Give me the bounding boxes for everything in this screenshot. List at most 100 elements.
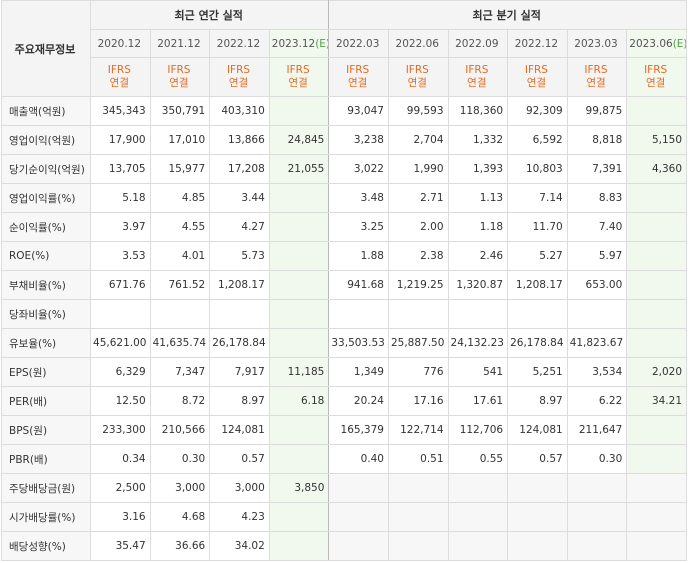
- table-cell: 124,081: [507, 415, 568, 445]
- table-cell: 4.01: [149, 241, 211, 271]
- ifrs-label: IFRS: [405, 64, 429, 76]
- table-cell: 3,850: [268, 473, 330, 503]
- table-cell: 2.38: [387, 241, 449, 271]
- table-cell: 2,704: [387, 125, 449, 155]
- period-label: 2023.06: [629, 37, 673, 50]
- table-row: 매출액(억원) 345,343 350,791 403,310 93,047 99,593…: [0, 96, 687, 126]
- table-cell: [268, 241, 330, 271]
- table-row: BPS(원) 233,300 210,566 124,081 165,379 122,71…: [0, 415, 687, 445]
- table-row: EPS(원) 6,329 7,347 7,917 11,185 1,349 776 541 5,…: [0, 357, 687, 387]
- table-cell: 1,208.17: [507, 270, 568, 300]
- consolidated-label: 연결: [109, 77, 129, 89]
- table-cell: 1,349: [328, 357, 389, 387]
- table-cell: 211,647: [566, 415, 628, 445]
- table-cell: 3.25: [328, 212, 389, 242]
- table-cell: [268, 415, 330, 445]
- row-label: 부채비율(%): [0, 270, 92, 300]
- table-cell: 0.57: [507, 444, 568, 474]
- consolidated-label: 연결: [645, 77, 666, 89]
- ifrs-label: IFRS: [286, 64, 310, 76]
- table-cell: 41,823.67: [566, 328, 628, 358]
- ifrs-label: IFRS: [226, 64, 251, 76]
- table-cell: 12.50: [90, 386, 151, 416]
- table-cell: 45,621.00: [90, 328, 151, 358]
- row-label: 시가배당률(%): [0, 502, 92, 532]
- table-cell: 3,000: [149, 473, 211, 503]
- accounting-standard-header: IFRS 연결: [328, 57, 389, 97]
- row-label: ROE(%): [0, 241, 92, 271]
- table-cell: 2.00: [387, 212, 449, 242]
- table-cell: 17,900: [90, 125, 151, 155]
- period-header: 2022.09: [447, 29, 509, 58]
- accounting-standard-header: IFRS 연결: [447, 57, 509, 97]
- accounting-standard-header: IFRS 연결: [507, 57, 568, 97]
- row-label: 당기순이익(억원): [0, 154, 92, 184]
- table-cell: 7,347: [149, 357, 211, 387]
- table-cell: 5.97: [566, 241, 628, 271]
- table-cell: 5,251: [507, 357, 568, 387]
- row-label: 주당배당금(원): [0, 473, 92, 503]
- table-cell: [328, 502, 389, 532]
- consolidated-label: 연결: [526, 77, 547, 89]
- table-cell: 233,300: [90, 415, 151, 445]
- table-row: 시가배당률(%) 3.16 4.68 4.23: [0, 502, 687, 532]
- table-cell: 4.55: [149, 212, 211, 242]
- table-cell: [507, 473, 568, 503]
- table-cell: 8.83: [566, 183, 628, 213]
- period-header: 2022.12: [209, 29, 270, 58]
- table-cell: [268, 270, 330, 300]
- consolidated-label: 연결: [407, 77, 427, 89]
- table-cell: 5,150: [626, 125, 687, 155]
- table-cell: [268, 531, 330, 561]
- table-cell: [268, 212, 330, 242]
- table-cell: [566, 502, 628, 532]
- period-header: 2023.03: [566, 29, 628, 58]
- table-cell: 11.70: [507, 212, 568, 242]
- table-cell: 3,000: [209, 473, 270, 503]
- table-cell: 1,332: [447, 125, 509, 155]
- table-cell: 0.34: [90, 444, 151, 474]
- row-label: EPS(원): [0, 357, 92, 387]
- table-cell: 35.47: [90, 531, 151, 561]
- accounting-standard-header: IFRS 연결: [626, 57, 687, 97]
- table-cell: 6.18: [268, 386, 330, 416]
- table-cell: [387, 473, 449, 503]
- estimate-mark: (E): [672, 37, 687, 50]
- row-label: PER(배): [0, 386, 92, 416]
- table-cell: 11,185: [268, 357, 330, 387]
- table-cell: 2,500: [90, 473, 151, 503]
- table-row: 주당배당금(원) 2,500 3,000 3,000 3,850: [0, 473, 687, 503]
- table-cell: 7,917: [209, 357, 270, 387]
- table-cell: [447, 473, 509, 503]
- table-cell: 112,706: [447, 415, 509, 445]
- table-cell: [268, 328, 330, 358]
- table-cell: 26,178.84: [209, 328, 270, 358]
- row-label: 매출액(억원): [0, 96, 92, 126]
- table-cell: 25,887.50: [387, 328, 449, 358]
- table-cell: 17.16: [387, 386, 449, 416]
- table-cell: 210,566: [149, 415, 211, 445]
- table-cell: 17,010: [149, 125, 211, 155]
- ifrs-label: IFRS: [465, 64, 489, 76]
- table-row: 당기순이익(억원) 13,705 15,977 17,208 21,055 3,022 1,…: [0, 154, 687, 184]
- table-cell: 5.27: [507, 241, 568, 271]
- table-cell: 0.57: [209, 444, 270, 474]
- table-cell: 3.48: [328, 183, 389, 213]
- accounting-standard-header: IFRS 연결: [149, 57, 211, 97]
- accounting-standard-header: IFRS 연결: [387, 57, 449, 97]
- period-header: 2023.06(E): [626, 29, 687, 58]
- table-cell: [507, 502, 568, 532]
- table-cell: 776: [387, 357, 449, 387]
- table-cell: 8.97: [507, 386, 568, 416]
- ifrs-label: IFRS: [524, 64, 548, 76]
- row-label: PBR(배): [0, 444, 92, 474]
- table-cell: 1.88: [328, 241, 389, 271]
- table-cell: 0.55: [447, 444, 509, 474]
- table-row: ROE(%) 3.53 4.01 5.73 1.88 2.38 2.46 5.27 5.97: [0, 241, 687, 271]
- table-cell: [328, 531, 389, 561]
- table-cell: 34.02: [209, 531, 270, 561]
- row-label: 순이익률(%): [0, 212, 92, 242]
- ifrs-label: IFRS: [584, 64, 608, 76]
- table-cell: 34.21: [626, 386, 687, 416]
- table-cell: [626, 473, 687, 503]
